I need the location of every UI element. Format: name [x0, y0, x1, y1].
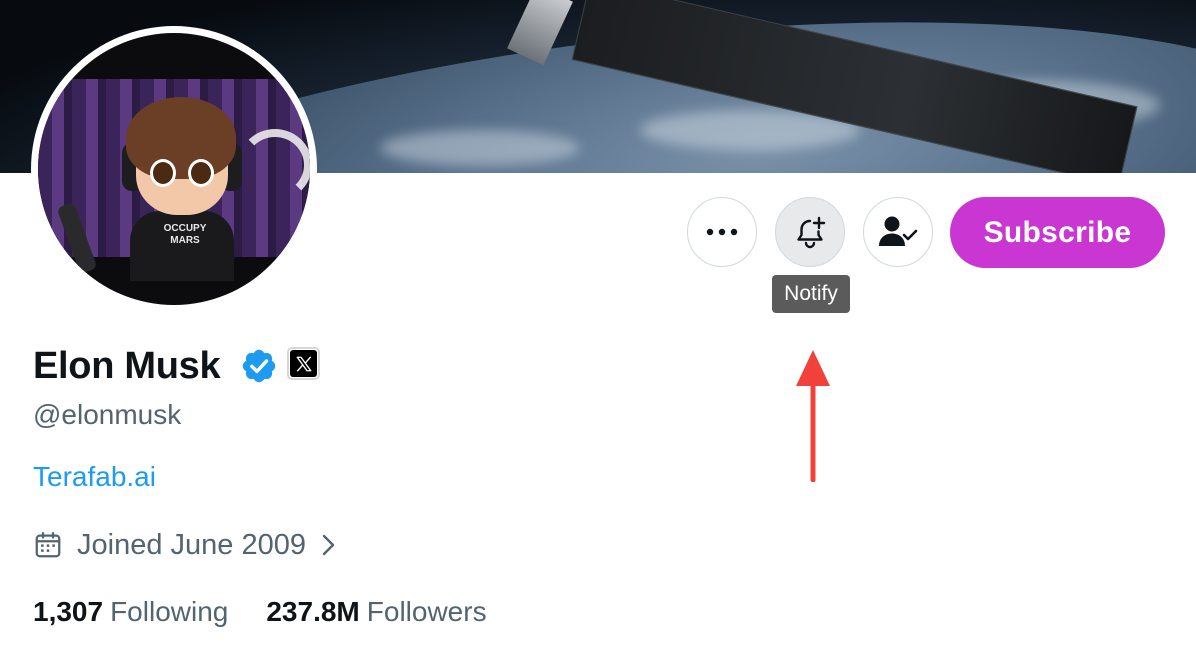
followers-stat[interactable]: 237.8M Followers	[266, 594, 486, 630]
following-label: Following	[110, 596, 229, 627]
joined-date: Joined June 2009	[77, 528, 306, 561]
avatar-smoke	[238, 129, 310, 201]
notify-button[interactable]	[775, 197, 845, 267]
subscribe-button[interactable]: Subscribe	[950, 197, 1165, 268]
username-handle: @elonmusk	[33, 399, 182, 430]
display-name: Elon Musk	[33, 345, 221, 387]
x-logo-icon	[296, 356, 311, 371]
followers-count: 237.8M	[266, 596, 360, 627]
more-button[interactable]	[687, 197, 757, 267]
avatar-eye	[150, 159, 176, 187]
avatar-hair	[126, 97, 236, 179]
person-check-icon	[879, 216, 918, 246]
banner-cloud	[380, 130, 580, 166]
avatar[interactable]: OCCUPY MARS	[38, 33, 310, 305]
follow-stats: 1,307 Following 237.8M Followers	[33, 594, 487, 630]
following-stat[interactable]: 1,307 Following	[33, 594, 228, 630]
affiliate-badge-inner	[290, 350, 317, 377]
red-arrow-icon	[796, 350, 830, 482]
verified-badge-icon[interactable]	[240, 347, 278, 385]
affiliate-badge[interactable]	[287, 347, 320, 380]
joined-date-row[interactable]: Joined June 2009	[33, 527, 340, 563]
avatar-shirt-text: OCCUPY MARS	[163, 223, 207, 246]
notify-tooltip: Notify	[772, 275, 850, 313]
chevron-right-icon	[322, 534, 335, 556]
bell-plus-icon	[797, 216, 826, 249]
following-button[interactable]	[863, 197, 933, 267]
followers-label: Followers	[366, 596, 487, 627]
avatar-eye	[188, 159, 214, 187]
more-horizontal-icon	[706, 228, 738, 236]
following-count: 1,307	[33, 596, 104, 627]
calendar-icon	[35, 532, 61, 558]
website-link[interactable]: Terafab.ai	[33, 460, 156, 494]
